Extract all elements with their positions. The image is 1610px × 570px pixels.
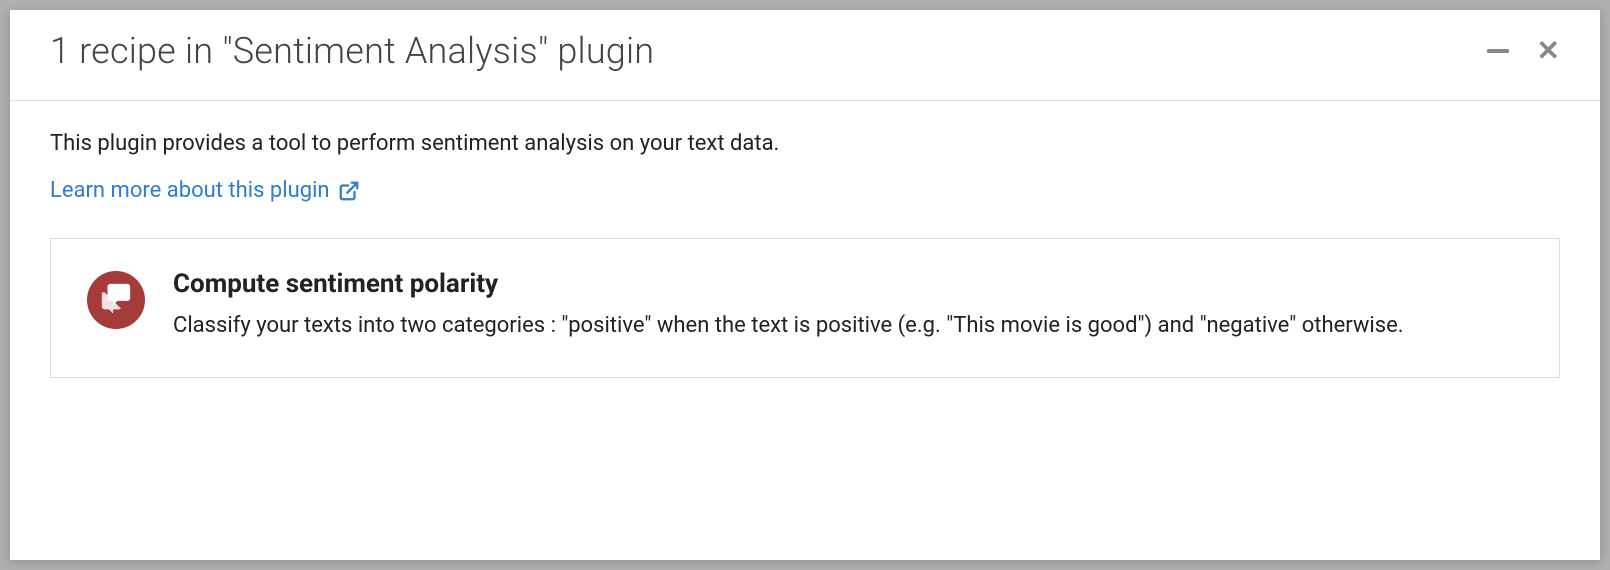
chat-bubbles-icon	[99, 281, 133, 319]
recipe-text: Compute sentiment polarity Classify your…	[173, 269, 1523, 342]
plugin-description: This plugin provides a tool to perform s…	[50, 131, 1560, 156]
external-link-icon	[338, 180, 360, 202]
modal-title: 1 recipe in "Sentiment Analysis" plugin	[50, 30, 654, 72]
learn-more-link[interactable]: Learn more about this plugin	[50, 178, 360, 203]
plugin-recipes-modal: 1 recipe in "Sentiment Analysis" plugin …	[10, 10, 1600, 560]
recipe-description: Classify your texts into two categories …	[173, 309, 1523, 342]
recipe-icon-wrap	[87, 271, 145, 329]
close-icon[interactable]: ✕	[1537, 37, 1560, 65]
recipe-title: Compute sentiment polarity	[173, 269, 1523, 299]
modal-body: This plugin provides a tool to perform s…	[10, 101, 1600, 398]
window-controls: ✕	[1487, 37, 1560, 65]
recipe-card[interactable]: Compute sentiment polarity Classify your…	[50, 238, 1560, 378]
minimize-icon[interactable]	[1487, 49, 1509, 53]
modal-header: 1 recipe in "Sentiment Analysis" plugin …	[10, 10, 1600, 101]
learn-more-label: Learn more about this plugin	[50, 178, 330, 203]
